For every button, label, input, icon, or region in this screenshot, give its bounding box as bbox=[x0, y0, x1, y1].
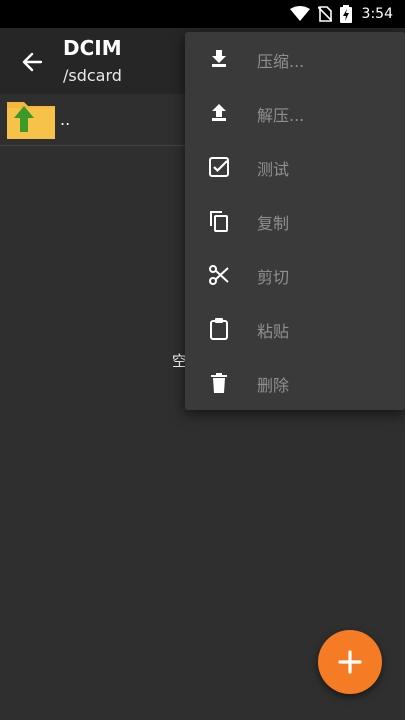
menu-item-label: 解压... bbox=[257, 106, 305, 125]
menu-item-test[interactable]: 测试 bbox=[185, 140, 405, 194]
page-subtitle: /sdcard bbox=[63, 66, 122, 85]
status-time: 3:54 bbox=[361, 6, 393, 22]
upload-icon bbox=[212, 104, 226, 121]
add-fab-button[interactable] bbox=[318, 630, 382, 694]
menu-item-extract[interactable]: 解压... bbox=[185, 86, 405, 140]
menu-item-label: 粘贴 bbox=[257, 322, 290, 341]
menu-item-compress[interactable]: 压缩... bbox=[185, 32, 405, 86]
menu-item-label: 压缩... bbox=[257, 52, 305, 71]
no-sim-icon bbox=[317, 6, 332, 22]
menu-item-cut[interactable]: 剪切 bbox=[185, 248, 405, 302]
download-icon bbox=[212, 50, 226, 67]
wifi-icon bbox=[289, 6, 310, 22]
battery-charging-icon bbox=[339, 5, 352, 23]
list-item-label: .. bbox=[60, 110, 71, 129]
copy-icon bbox=[210, 211, 228, 232]
clipboard-icon bbox=[210, 318, 228, 340]
page-title: DCIM bbox=[63, 36, 122, 60]
folder-up-icon bbox=[7, 102, 55, 139]
menu-item-label: 测试 bbox=[257, 160, 290, 179]
trash-icon bbox=[211, 373, 227, 393]
menu-item-label: 复制 bbox=[257, 214, 290, 233]
menu-item-delete[interactable]: 删除 bbox=[185, 356, 405, 410]
back-arrow-icon bbox=[22, 52, 43, 72]
menu-item-copy[interactable]: 复制 bbox=[185, 194, 405, 248]
status-bar: 3:54 bbox=[0, 0, 405, 28]
checkbox-icon bbox=[209, 157, 229, 177]
menu-item-paste[interactable]: 粘贴 bbox=[185, 302, 405, 356]
plus-icon bbox=[338, 650, 362, 674]
menu-item-label: 剪切 bbox=[257, 268, 290, 287]
context-menu: 压缩... 解压... 测试 复制 剪切 粘贴 删除 bbox=[185, 32, 405, 410]
scissors-icon bbox=[209, 265, 229, 285]
menu-item-label: 删除 bbox=[257, 376, 290, 395]
back-button[interactable] bbox=[14, 44, 50, 80]
